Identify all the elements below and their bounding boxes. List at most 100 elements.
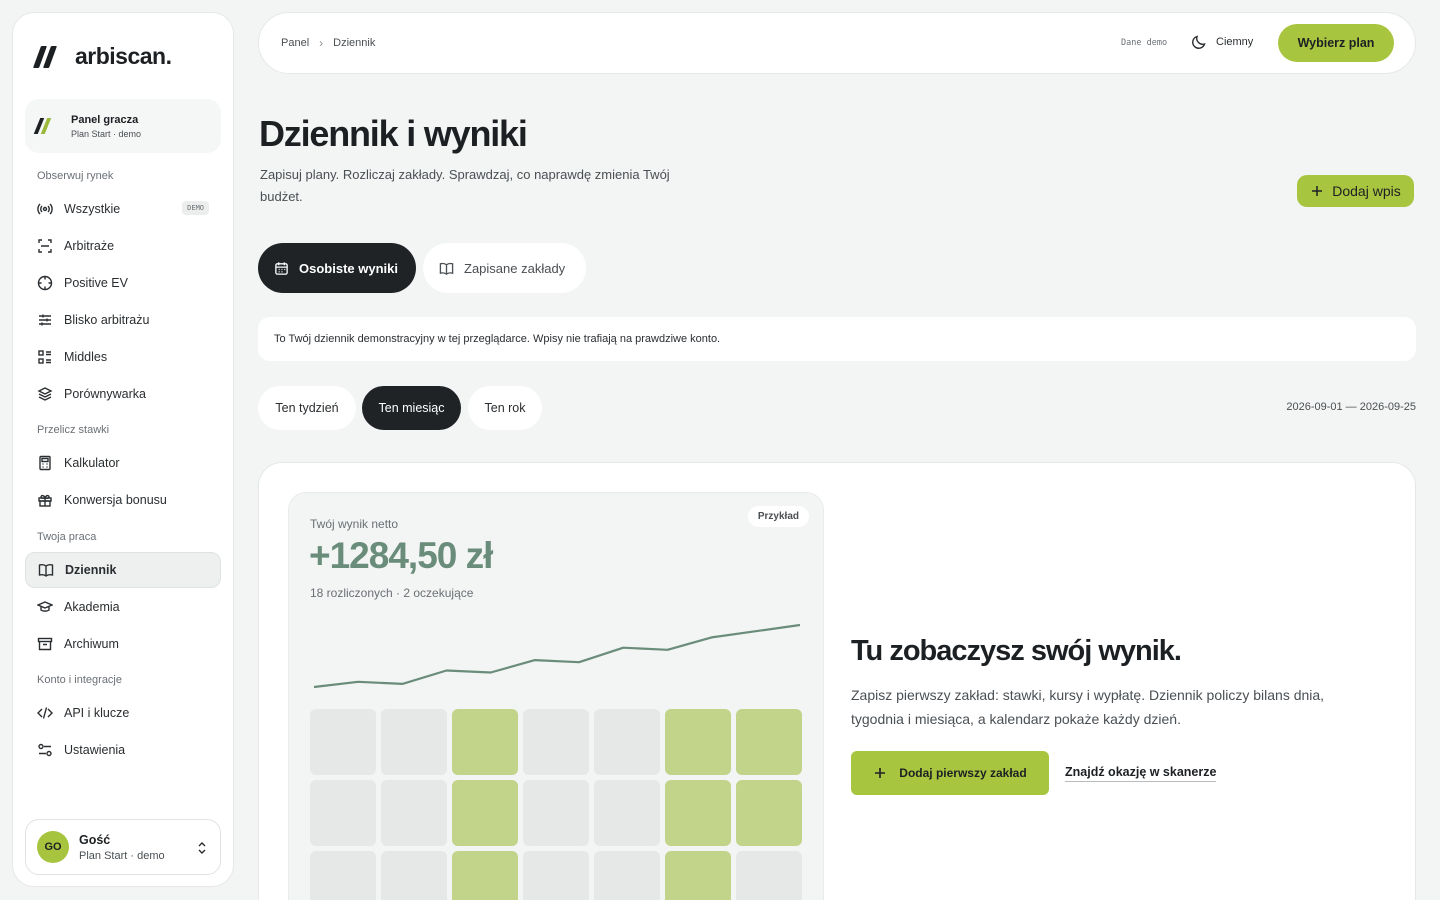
period-this-week[interactable]: Ten tydzień bbox=[258, 386, 356, 430]
player-panel-subtitle: Plan Start · demo bbox=[71, 128, 142, 139]
sidebar-item-label: Wszystkie bbox=[64, 202, 121, 216]
player-panel-card[interactable]: Panel gracza Plan Start · demo bbox=[25, 99, 221, 153]
net-result-value: +1284,50 zł bbox=[309, 535, 493, 576]
period-this-year[interactable]: Ten rok bbox=[468, 386, 542, 430]
brand-logo[interactable]: arbiscan. bbox=[32, 43, 172, 70]
breadcrumb-current: Dziennik bbox=[333, 37, 376, 49]
page-subtitle: Zapisuj plany. Rozliczaj zakłady. Sprawd… bbox=[260, 167, 670, 204]
sidebar-item-academy[interactable]: Akademia bbox=[25, 589, 221, 625]
calendar-day bbox=[381, 709, 447, 775]
sidebar-item-calculator[interactable]: Kalkulator bbox=[25, 445, 221, 481]
sidebar-item-all[interactable]: Wszystkie DEMO bbox=[25, 191, 221, 227]
brand-name: arbiscan. bbox=[75, 43, 172, 69]
calendar-day bbox=[310, 851, 376, 900]
example-badge: Przykład bbox=[747, 506, 809, 527]
calendar-day bbox=[310, 780, 376, 846]
tab-personal-results[interactable]: Osobiste wyniki bbox=[258, 243, 416, 293]
sidebar-item-label: Konwersja bonusu bbox=[64, 493, 167, 507]
logo-mark-icon bbox=[32, 45, 63, 68]
calendar-day bbox=[381, 780, 447, 846]
broadcast-icon bbox=[37, 203, 53, 215]
choose-plan-button[interactable]: Wybierz plan bbox=[1278, 24, 1394, 62]
user-plan: Plan Start · demo bbox=[79, 849, 165, 862]
sidebar-item-label: Arbitraże bbox=[64, 239, 115, 253]
sidebar-item-comparison[interactable]: Porównywarka bbox=[25, 376, 221, 412]
moon-icon bbox=[1192, 35, 1206, 49]
sidebar-item-archive[interactable]: Archiwum bbox=[25, 626, 221, 662]
add-entry-button[interactable]: Dodaj wpis bbox=[1297, 175, 1414, 207]
calendar-day bbox=[665, 780, 731, 846]
calendar-day bbox=[736, 709, 802, 775]
calendar-day bbox=[594, 851, 660, 900]
empty-state-title: Tu zobaczysz swój wynik. bbox=[851, 635, 1182, 667]
trend-chart bbox=[313, 623, 801, 689]
nav-section-work: Twoja praca bbox=[37, 531, 97, 543]
layers-icon bbox=[37, 387, 53, 401]
demo-notice: To Twój dziennik demonstracyjny w tej pr… bbox=[258, 317, 1416, 361]
breadcrumb: Panel › Dziennik bbox=[281, 36, 375, 50]
calendar-day bbox=[452, 851, 518, 900]
sidebar-item-positive-ev[interactable]: Positive EV bbox=[25, 265, 221, 301]
sidebar-item-arbitrage[interactable]: Arbitraże bbox=[25, 228, 221, 264]
calculator-icon bbox=[39, 455, 51, 471]
add-first-bet-button[interactable]: Dodaj pierwszy zakład bbox=[851, 751, 1049, 795]
calendar-icon bbox=[275, 261, 288, 275]
calendar-day bbox=[523, 851, 589, 900]
chevron-right-icon: › bbox=[319, 36, 324, 50]
trend-line bbox=[313, 623, 801, 689]
calendar-day bbox=[452, 780, 518, 846]
results-panel: Twój wynik netto Przykład +1284,50 zł 18… bbox=[258, 462, 1416, 900]
player-logo-icon bbox=[33, 118, 61, 134]
tab-label: Osobiste wyniki bbox=[299, 260, 398, 276]
calendar-day bbox=[665, 851, 731, 900]
theme-toggle[interactable]: Ciemny bbox=[1191, 34, 1253, 50]
calendar-day bbox=[452, 709, 518, 775]
plus-icon bbox=[875, 768, 886, 778]
date-range: 2026-09-01 — 2026-09-25 bbox=[1286, 401, 1416, 413]
tab-label: Zapisane zakłady bbox=[464, 260, 566, 276]
sidebar-item-label: Middles bbox=[64, 350, 108, 364]
demo-badge: DEMO bbox=[182, 201, 209, 215]
sidebar-item-label: Ustawienia bbox=[64, 743, 126, 757]
calendar-day bbox=[594, 709, 660, 775]
sidebar-item-bonus-conversion[interactable]: Konwersja bonusu bbox=[25, 482, 221, 518]
demo-data-label: Dane demo bbox=[1121, 38, 1168, 48]
sidebar: arbiscan. Panel gracza Plan Start · demo… bbox=[12, 12, 234, 887]
list-icon bbox=[38, 350, 51, 364]
calendar-day bbox=[736, 780, 802, 846]
sliders-icon bbox=[39, 314, 51, 326]
net-result-card: Twój wynik netto Przykład +1284,50 zł 18… bbox=[288, 492, 824, 900]
page-title: Dziennik i wyniki bbox=[259, 113, 528, 154]
book-icon bbox=[38, 564, 54, 577]
tab-saved-bets[interactable]: Zapisane zakłady bbox=[423, 243, 586, 293]
chevron-up-down-icon bbox=[198, 842, 206, 854]
avatar: GO bbox=[37, 831, 69, 863]
sidebar-item-settings[interactable]: Ustawienia bbox=[25, 732, 221, 768]
scan-icon bbox=[38, 239, 52, 253]
calendar-day bbox=[736, 851, 802, 900]
user-menu[interactable]: GO Gość Plan Start · demo bbox=[25, 819, 221, 875]
breadcrumb-panel[interactable]: Panel bbox=[281, 37, 309, 49]
add-entry-label: Dodaj wpis bbox=[1332, 183, 1401, 199]
calendar-day bbox=[523, 709, 589, 775]
code-icon bbox=[37, 707, 53, 719]
calendar-day bbox=[310, 709, 376, 775]
sidebar-item-api-keys[interactable]: API i klucze bbox=[25, 695, 221, 731]
calendar-grid bbox=[310, 709, 802, 900]
theme-toggle-label: Ciemny bbox=[1216, 36, 1254, 48]
calendar-day bbox=[381, 851, 447, 900]
calendar-day bbox=[523, 780, 589, 846]
period-this-month[interactable]: Ten miesiąc bbox=[362, 386, 461, 430]
sidebar-item-label: API i klucze bbox=[64, 706, 130, 720]
sidebar-item-near-arbitrage[interactable]: Blisko arbitrażu bbox=[25, 302, 221, 338]
empty-state-text: Zapisz pierwszy zakład: stawki, kursy i … bbox=[851, 687, 1325, 727]
find-in-scanner-link[interactable]: Znajdź okazję w skanerze bbox=[1065, 765, 1217, 782]
user-name: Gość bbox=[79, 832, 111, 847]
nav-section-account: Konto i integracje bbox=[37, 674, 122, 686]
sidebar-item-middles[interactable]: Middles bbox=[25, 339, 221, 375]
book-icon bbox=[439, 262, 454, 275]
sidebar-item-journal[interactable]: Dziennik bbox=[25, 552, 221, 588]
calendar-day bbox=[665, 709, 731, 775]
sidebar-item-label: Akademia bbox=[64, 600, 120, 614]
nav-section-market: Obserwuj rynek bbox=[37, 170, 114, 182]
